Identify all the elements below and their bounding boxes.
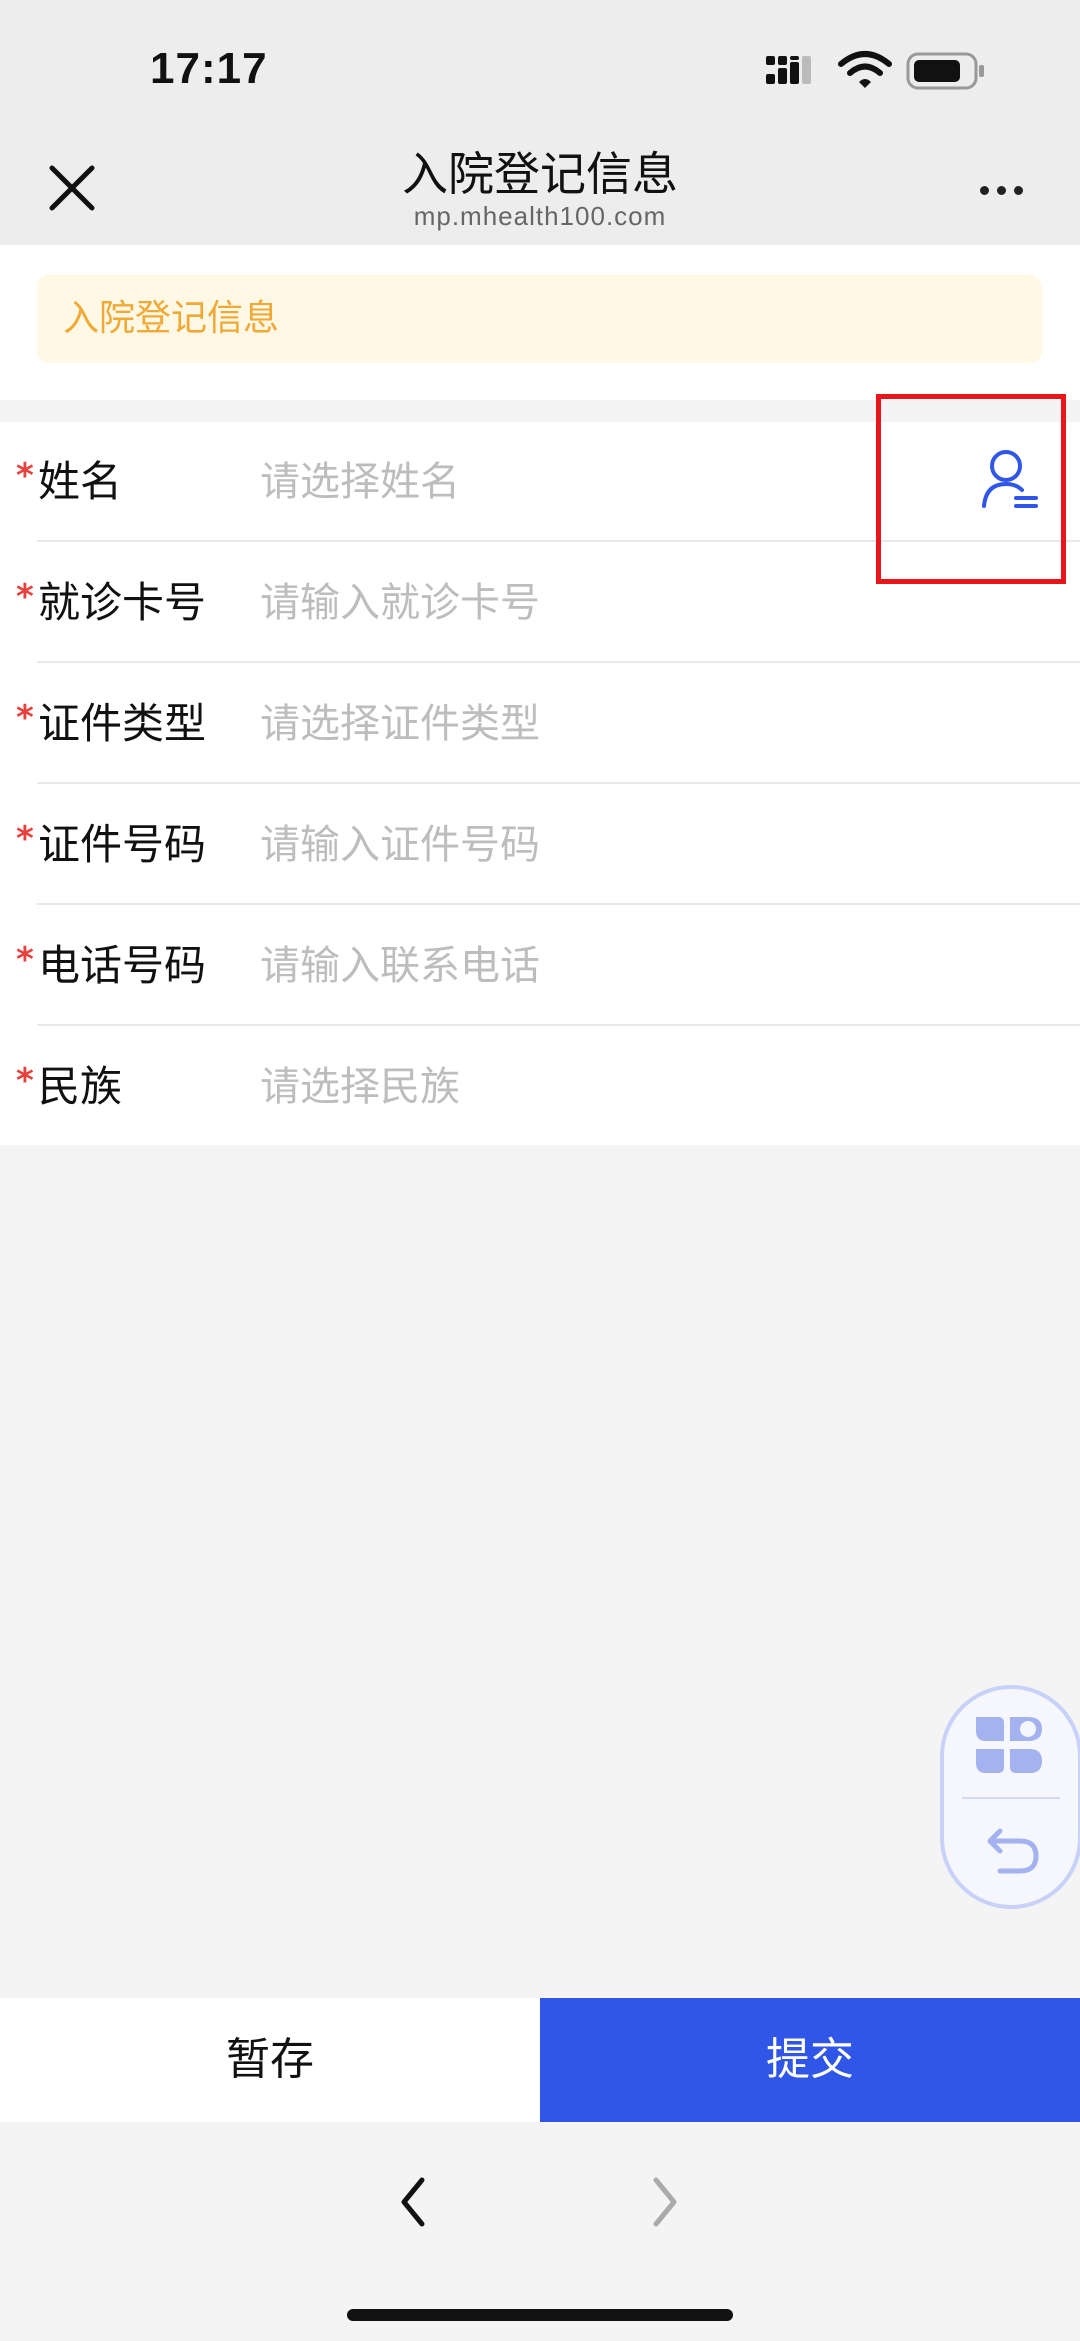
page-title: 入院登记信息	[402, 147, 678, 201]
more-icon[interactable]	[976, 180, 1036, 204]
undo-icon[interactable]	[978, 1823, 1044, 1879]
notice-banner: 入院登记信息	[37, 275, 1042, 363]
field-label: 证件号码	[38, 820, 207, 869]
required-mark: *	[16, 819, 34, 859]
field-label: 就诊卡号	[38, 578, 207, 627]
status-time: 17:17	[150, 44, 268, 93]
notice-text: 入院登记信息	[63, 298, 280, 339]
chevron-left-icon[interactable]	[384, 2170, 444, 2234]
name-select[interactable]: 请选择姓名	[260, 422, 460, 542]
field-label: 电话号码	[38, 941, 207, 990]
battery-icon	[906, 52, 984, 90]
page-domain: mp.mhealth100.com	[413, 201, 667, 231]
required-mark: *	[16, 940, 34, 980]
required-mark: *	[16, 577, 34, 617]
form-row-id-number[interactable]: * 证件号码 请输入证件号码	[0, 785, 1080, 905]
divider	[37, 661, 1080, 663]
divider	[37, 903, 1080, 905]
required-mark: *	[16, 698, 34, 738]
field-label: 民族	[38, 1062, 123, 1111]
form-row-ethnicity[interactable]: * 民族 请选择民族	[0, 1027, 1080, 1147]
wifi-icon	[838, 51, 892, 88]
status-bar: 17:17	[0, 0, 1080, 140]
home-indicator	[347, 2309, 733, 2321]
form-row-phone[interactable]: * 电话号码 请输入联系电话	[0, 906, 1080, 1026]
ethnicity-select[interactable]: 请选择民族	[260, 1027, 460, 1147]
submit-button[interactable]: 提交	[540, 1998, 1080, 2122]
field-label: 证件类型	[38, 699, 207, 748]
save-draft-button[interactable]: 暂存	[0, 1998, 540, 2122]
action-bar: 暂存 提交	[0, 1998, 1080, 2122]
required-mark: *	[16, 1061, 34, 1101]
nav-bar: 入院登记信息 mp.mhealth100.com	[0, 140, 1080, 245]
required-mark: *	[16, 456, 34, 496]
cellular-signal-icon	[766, 56, 811, 84]
divider	[37, 1024, 1080, 1026]
phone-input[interactable]: 请输入联系电话	[260, 906, 540, 1026]
apps-icon[interactable]	[968, 1711, 1054, 1781]
floating-widget	[940, 1685, 1080, 1909]
card-number-input[interactable]: 请输入就诊卡号	[260, 543, 540, 663]
widget-divider	[962, 1797, 1060, 1799]
divider	[37, 782, 1080, 784]
id-number-input[interactable]: 请输入证件号码	[260, 785, 540, 905]
form-row-id-type[interactable]: * 证件类型 请选择证件类型	[0, 664, 1080, 784]
notice-section: 入院登记信息	[0, 245, 1080, 400]
highlight-box	[876, 394, 1066, 584]
id-type-select[interactable]: 请选择证件类型	[260, 664, 540, 784]
chevron-right-icon[interactable]	[634, 2170, 694, 2234]
field-label: 姓名	[38, 457, 123, 506]
